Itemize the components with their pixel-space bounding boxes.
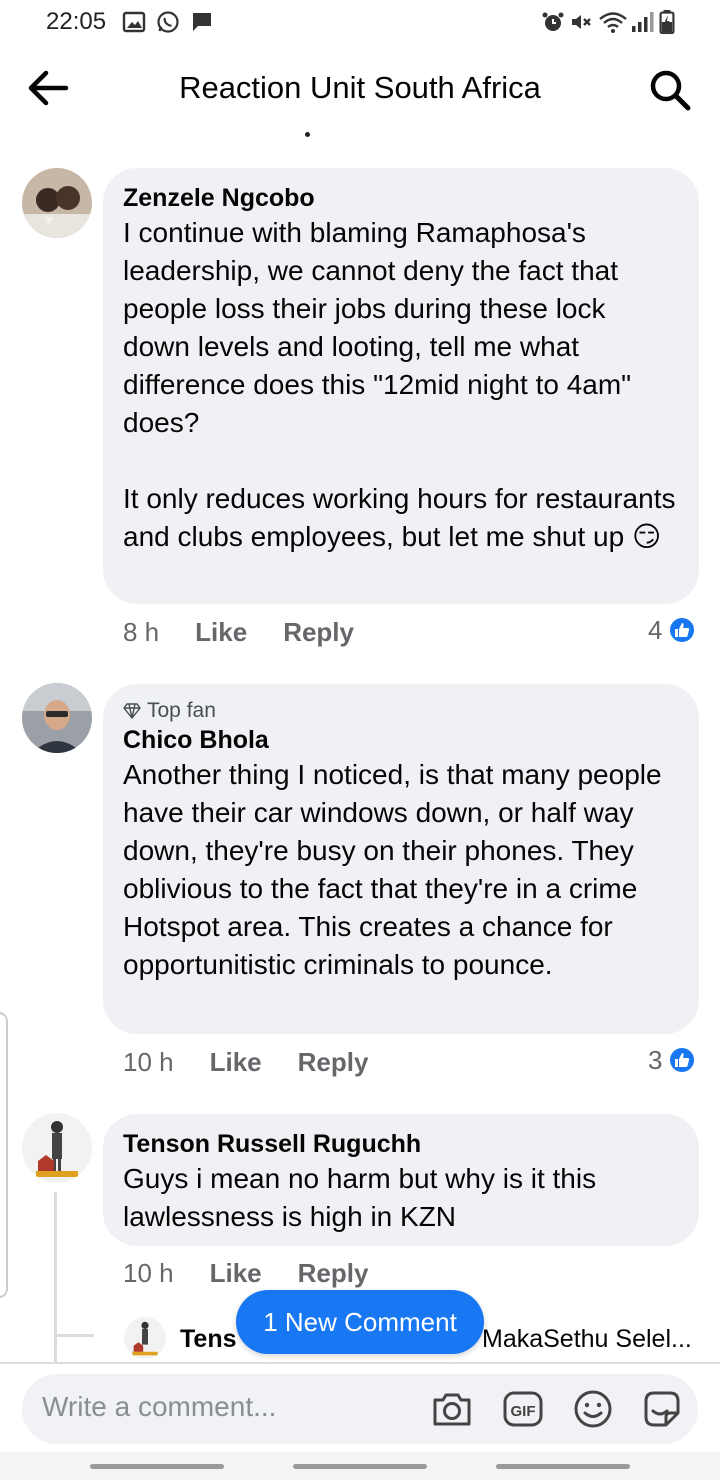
top-fan-badge: Top fan [123, 698, 679, 724]
battery-charging-icon [659, 10, 675, 34]
reaction-number: 3 [648, 1044, 663, 1075]
comment-input[interactable] [42, 1391, 422, 1423]
emoji-icon[interactable] [571, 1387, 615, 1431]
new-comment-button[interactable]: 1 New Comment [236, 1290, 484, 1354]
comment-bubble: Zenzele Ngcobo I continue with blaming R… [103, 168, 699, 604]
thumbs-up-icon [668, 616, 697, 644]
message-icon [193, 13, 211, 31]
app-header: Reaction Unit South Africa [0, 50, 720, 126]
back-button[interactable] [496, 1464, 630, 1469]
system-nav-bar [0, 1452, 720, 1480]
diamond-icon [123, 703, 141, 719]
reaction-number: 4 [648, 614, 663, 645]
comment-author[interactable]: Chico Bhola [123, 724, 679, 756]
page-title: Reaction Unit South Africa [179, 70, 541, 105]
composer-divider [0, 1362, 720, 1364]
comment-text: Another thing I noticed, is that many pe… [123, 759, 662, 980]
sticker-icon[interactable] [640, 1387, 684, 1431]
svg-text:GIF: GIF [511, 1403, 536, 1420]
profile-photo [22, 168, 92, 238]
home-button[interactable] [293, 1464, 427, 1469]
reaction-count[interactable]: 3 [648, 1044, 697, 1076]
recent-apps-button[interactable] [90, 1464, 224, 1469]
comment-composer: GIF [22, 1374, 698, 1444]
reaction-count[interactable]: 4 [648, 614, 697, 646]
comment-text: Guys i mean no harm but why is it this l… [123, 1163, 597, 1232]
reply-button[interactable]: Reply [298, 1258, 369, 1289]
camera-icon[interactable] [430, 1387, 474, 1431]
badge-label: Top fan [147, 699, 216, 722]
comment-time: 10 h [123, 1046, 174, 1077]
avatar[interactable] [22, 1113, 92, 1183]
reply-button[interactable]: Reply [298, 1047, 369, 1078]
comment-meta: 10 h Like Reply [123, 1255, 404, 1291]
image-icon [122, 11, 146, 33]
comment-bubble: Top fan Chico Bhola Another thing I noti… [103, 684, 699, 1034]
reply-snippet: MakaSethu Selel... [482, 1325, 692, 1353]
thumbs-up-icon [668, 1046, 697, 1074]
comment-time: 8 h [123, 616, 160, 647]
divider-dot [305, 132, 310, 137]
comment-time: 10 h [123, 1257, 174, 1288]
status-bar: 22:05 [0, 0, 720, 46]
comment-bubble: Tenson Russell Ruguchh Guys i mean no ha… [103, 1114, 699, 1246]
profile-photo [22, 683, 92, 753]
reply-button[interactable]: Reply [283, 617, 354, 648]
wifi-icon [599, 12, 627, 33]
comment-meta: 10 h Like Reply [123, 1044, 404, 1080]
comment-author[interactable]: Zenzele Ngcobo [123, 182, 679, 214]
like-button[interactable]: Like [195, 617, 247, 648]
like-button[interactable]: Like [210, 1258, 262, 1289]
avatar [124, 1317, 166, 1359]
reply-author: Tens [180, 1325, 237, 1353]
search-icon[interactable] [648, 68, 692, 112]
status-time: 22:05 [46, 8, 107, 35]
whatsapp-icon [157, 11, 179, 33]
scroll-edge [0, 1012, 8, 1298]
mute-icon [572, 15, 591, 29]
profile-photo [22, 1113, 92, 1183]
like-button[interactable]: Like [210, 1047, 262, 1078]
comment-text: I continue with blaming Ramaphosa's lead… [123, 217, 676, 552]
alarm-icon [542, 12, 564, 31]
signal-icon [632, 12, 654, 32]
gif-icon[interactable]: GIF [501, 1387, 545, 1431]
thread-connector [54, 1334, 94, 1337]
avatar[interactable] [22, 683, 92, 753]
comment-meta: 8 h Like Reply [123, 614, 390, 650]
avatar[interactable] [22, 168, 92, 238]
comment-author[interactable]: Tenson Russell Ruguchh [123, 1128, 679, 1160]
